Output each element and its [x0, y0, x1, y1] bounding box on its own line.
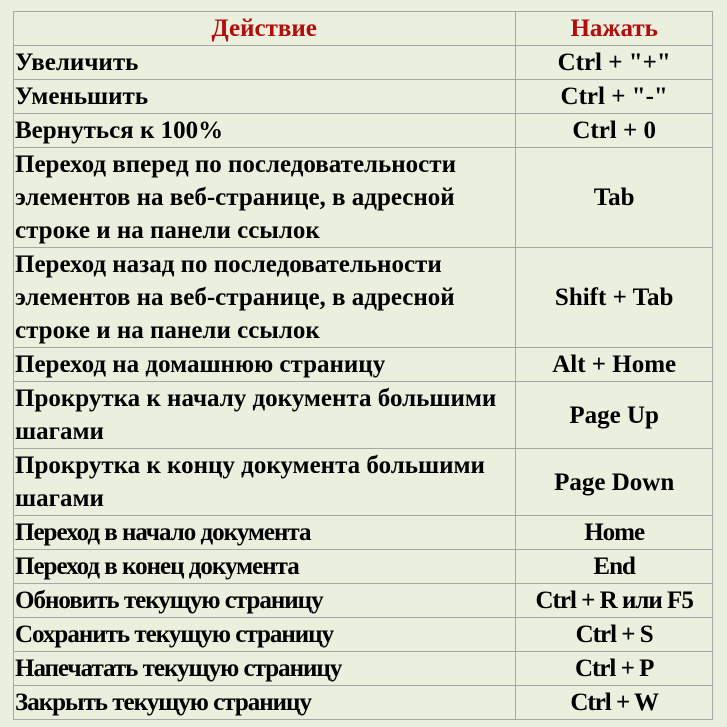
table-row: Переход в начало документа Home	[12, 515, 713, 550]
header-press: Нажать	[515, 11, 713, 46]
shortcuts-table: Действие Нажать Увеличить Ctrl + "+" Уме…	[12, 11, 713, 720]
table-row: Прокрутка к началу документа большими ша…	[12, 381, 713, 449]
table-row: Закрыть текущую страницу Ctrl + W	[12, 685, 713, 720]
action-cell: Вернуться к 100%	[12, 113, 517, 148]
action-cell: Переход в конец документа	[12, 549, 517, 584]
header-action: Действие	[12, 11, 517, 46]
table-row: Переход вперед по последовательности эле…	[12, 147, 713, 248]
key-cell: Ctrl + S	[515, 617, 713, 652]
key-cell: Ctrl + P	[515, 651, 713, 686]
action-cell: Переход назад по последовательности элем…	[12, 247, 517, 348]
key-cell: Tab	[515, 147, 713, 248]
action-cell: Прокрутка к концу документа большими шаг…	[12, 448, 517, 516]
key-cell: Ctrl + "-"	[515, 79, 713, 114]
table-row: Сохранить текущую страницу Ctrl + S	[12, 617, 713, 652]
table-row: Переход назад по последовательности элем…	[12, 247, 713, 348]
action-cell: Прокрутка к началу документа большими ша…	[12, 381, 517, 449]
key-cell: Shift + Tab	[515, 247, 713, 348]
header-row: Действие Нажать	[12, 11, 713, 46]
key-cell: End	[515, 549, 713, 584]
table-row: Уменьшить Ctrl + "-"	[12, 79, 713, 114]
action-cell: Переход на домашнюю страницу	[12, 347, 517, 382]
action-cell: Уменьшить	[12, 79, 517, 114]
table-row: Вернуться к 100% Ctrl + 0	[12, 113, 713, 148]
key-cell: Home	[515, 515, 713, 550]
action-cell: Напечатать текущую страницу	[12, 651, 517, 686]
action-cell: Увеличить	[12, 45, 517, 80]
action-cell: Закрыть текущую страницу	[12, 685, 517, 720]
key-cell: Alt + Home	[515, 347, 713, 382]
key-cell: Page Up	[515, 381, 713, 449]
key-cell: Ctrl + R или F5	[515, 583, 713, 618]
key-cell: Ctrl + W	[515, 685, 713, 720]
action-cell: Переход вперед по последовательности эле…	[12, 147, 517, 248]
table-row: Переход на домашнюю страницу Alt + Home	[12, 347, 713, 382]
table-row: Напечатать текущую страницу Ctrl + P	[12, 651, 713, 686]
table-row: Прокрутка к концу документа большими шаг…	[12, 448, 713, 516]
action-cell: Переход в начало документа	[12, 515, 517, 550]
table-row: Переход в конец документа End	[12, 549, 713, 584]
table-row: Обновить текущую страницу Ctrl + R или F…	[12, 583, 713, 618]
action-cell: Сохранить текущую страницу	[12, 617, 517, 652]
key-cell: Ctrl + 0	[515, 113, 713, 148]
key-cell: Page Down	[515, 448, 713, 516]
action-cell: Обновить текущую страницу	[12, 583, 517, 618]
table-row: Увеличить Ctrl + "+"	[12, 45, 713, 80]
key-cell: Ctrl + "+"	[515, 45, 713, 80]
